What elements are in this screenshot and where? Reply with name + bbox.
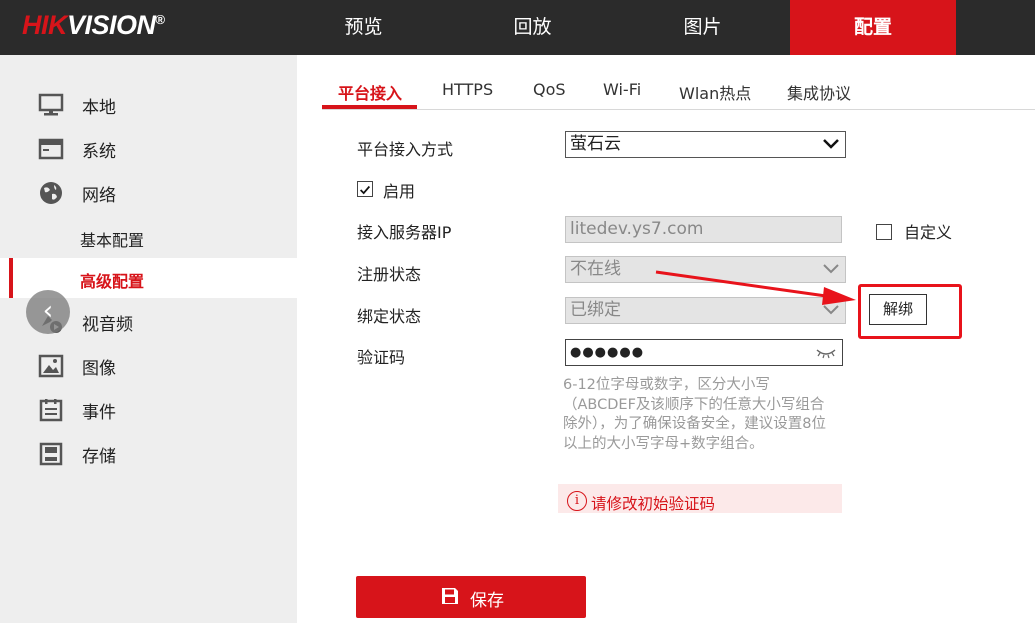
sidebar-item-label: 系统 xyxy=(82,141,116,162)
sidebar-item-storage[interactable]: 存储 xyxy=(0,434,297,474)
sidebar-item-local[interactable]: 本地 xyxy=(0,85,297,125)
bind-status-label: 绑定状态 xyxy=(357,307,422,326)
chevron-down-icon xyxy=(823,305,839,315)
save-button[interactable]: 保存 xyxy=(356,576,586,618)
nav-preview[interactable]: 预览 xyxy=(297,0,430,55)
verification-code-hint: 6-12位字母或数字，区分大小写（ABCDEF及该顺序下的任意大小写组合除外），… xyxy=(563,377,826,452)
sidebar-item-label: 图像 xyxy=(82,358,116,379)
sidebar-item-event[interactable]: 事件 xyxy=(0,390,297,430)
globe-icon xyxy=(40,182,62,204)
save-icon xyxy=(442,588,458,604)
enable-checkbox[interactable] xyxy=(357,181,373,197)
image-icon xyxy=(38,354,64,378)
access-mode-value: 萤石云 xyxy=(570,134,621,154)
register-status-select: 不在线 xyxy=(565,256,846,283)
server-ip-input[interactable]: litedev.ys7.com xyxy=(565,216,842,243)
tab-https[interactable]: HTTPS xyxy=(442,80,493,99)
tab-wlan-hotspot[interactable]: Wlan热点 xyxy=(679,80,751,104)
sidebar-item-label: 本地 xyxy=(82,97,116,118)
custom-label: 自定义 xyxy=(904,223,953,242)
sidebar-item-network[interactable]: 网络 xyxy=(0,173,297,213)
system-icon xyxy=(38,138,64,160)
sidebar-item-label: 存储 xyxy=(82,446,116,467)
sidebar-item-label: 网络 xyxy=(82,185,116,206)
bind-status-select: 已绑定 xyxy=(565,297,846,324)
tab-qos[interactable]: QoS xyxy=(533,80,566,99)
access-mode-select[interactable]: 萤石云 xyxy=(565,131,846,158)
bind-status-value: 已绑定 xyxy=(570,300,621,320)
warning-text: 请修改初始验证码 xyxy=(591,495,716,513)
sidebar: 本地 系统 网络 基本配置 高级配置 视音频 图像 事件 存储 xyxy=(0,55,297,623)
warning-banner: i 请修改初始验证码 xyxy=(558,484,842,513)
chevron-down-icon xyxy=(823,139,839,149)
tab-active-underline xyxy=(322,105,417,109)
tab-integration-protocol[interactable]: 集成协议 xyxy=(787,80,851,104)
info-icon: i xyxy=(567,491,587,511)
enable-label: 启用 xyxy=(383,182,416,201)
custom-checkbox[interactable] xyxy=(876,224,892,240)
sidebar-sub-label: 高级配置 xyxy=(80,272,145,291)
register-status-label: 注册状态 xyxy=(357,265,422,284)
tab-bar: 平台接入 HTTPS QoS Wi-Fi Wlan热点 集成协议 xyxy=(322,70,1035,110)
server-ip-value: litedev.ys7.com xyxy=(570,219,704,239)
top-bar: HIKVISION® 预览 回放 图片 配置 xyxy=(0,0,1035,55)
server-ip-label: 接入服务器IP xyxy=(357,223,452,242)
hikvision-logo: HIKVISION® xyxy=(22,10,165,40)
sidebar-sub-label: 基本配置 xyxy=(80,231,145,250)
event-icon xyxy=(39,399,63,422)
sidebar-item-system[interactable]: 系统 xyxy=(0,129,297,169)
nav-picture[interactable]: 图片 xyxy=(636,0,769,55)
checkmark-icon xyxy=(360,185,371,195)
access-mode-label: 平台接入方式 xyxy=(357,140,454,159)
verification-code-value: ●●●●●● xyxy=(570,345,645,360)
tab-platform-access[interactable]: 平台接入 xyxy=(338,80,402,104)
tab-wifi[interactable]: Wi-Fi xyxy=(603,80,641,99)
nav-playback[interactable]: 回放 xyxy=(466,0,599,55)
register-status-value: 不在线 xyxy=(570,259,621,279)
sidebar-item-label: 视音频 xyxy=(82,314,133,335)
sidebar-sub-basic-config[interactable]: 基本配置 xyxy=(0,217,297,257)
storage-icon xyxy=(39,442,63,466)
verification-code-label: 验证码 xyxy=(357,348,406,367)
nav-configuration[interactable]: 配置 xyxy=(790,0,956,55)
eye-closed-icon[interactable] xyxy=(816,346,836,360)
annotation-highlight-box xyxy=(858,284,962,339)
sidebar-item-image[interactable]: 图像 xyxy=(0,346,297,386)
active-indicator xyxy=(9,258,13,298)
save-label: 保存 xyxy=(470,591,504,611)
chevron-down-icon xyxy=(823,264,839,274)
sidebar-item-label: 事件 xyxy=(82,402,116,423)
verification-code-input[interactable]: ●●●●●● xyxy=(565,339,843,366)
sidebar-collapse-button[interactable]: ‹ xyxy=(26,290,70,334)
monitor-icon xyxy=(38,93,64,116)
